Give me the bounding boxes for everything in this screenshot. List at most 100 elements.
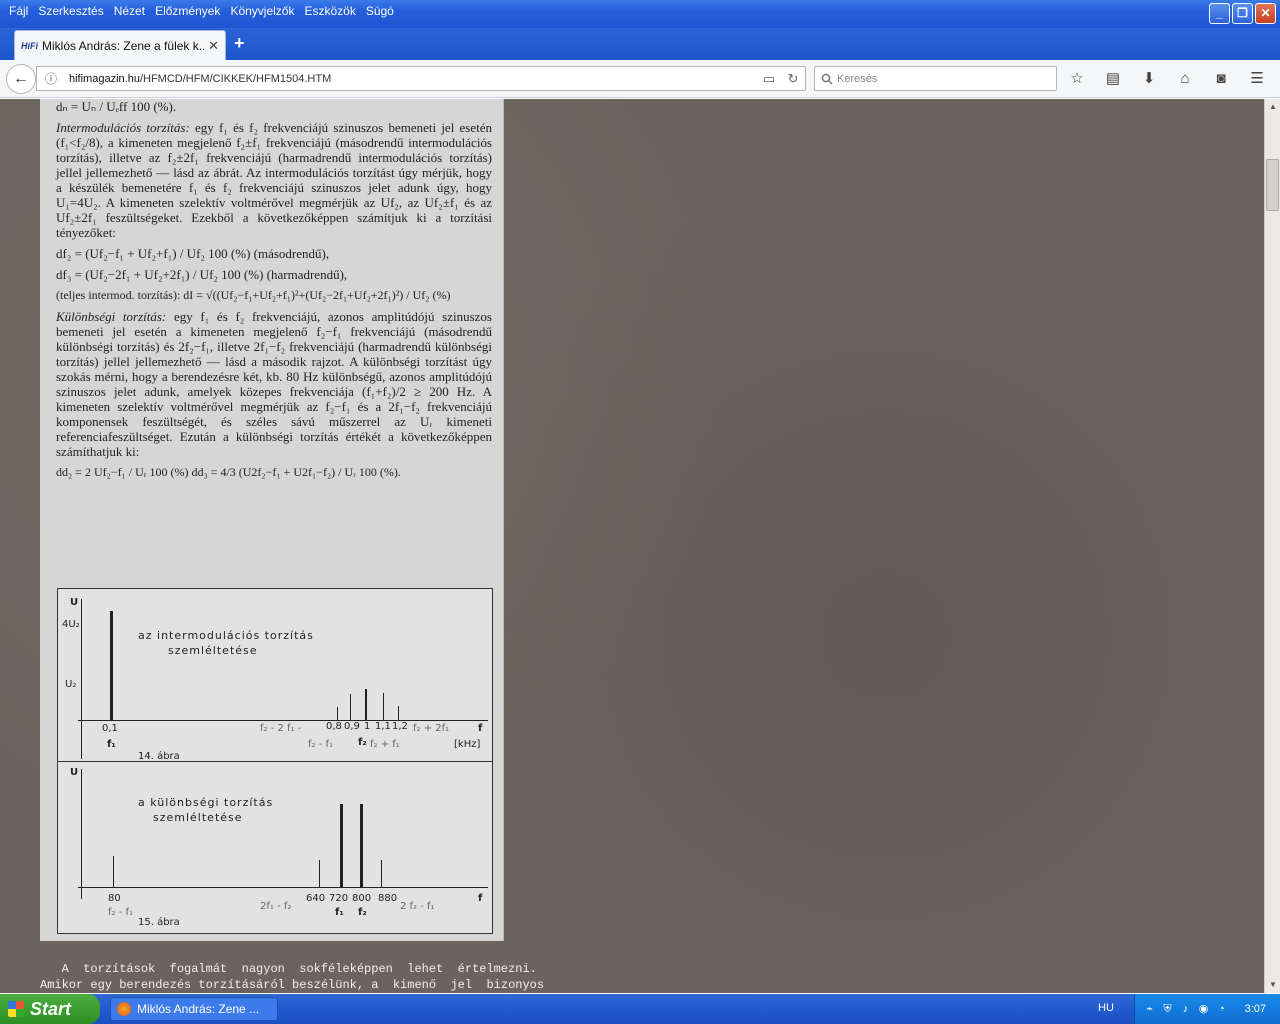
menu-edit[interactable]: Szerkesztés — [33, 3, 108, 19]
term-difference: Különbségi torzítás: — [56, 309, 167, 324]
fig14-tick-f2pf1: f₂ + f₁ — [370, 739, 400, 750]
fig14-tick-08: 0,8 — [326, 721, 342, 732]
fig14-tick-4u2: 4U₂ — [62, 619, 80, 630]
downloads-icon[interactable]: ⬇ — [1138, 68, 1160, 90]
tab-close-icon[interactable]: ✕ — [208, 38, 219, 54]
fig14-tick-f2m2f1: f₂ - 2 f₁ - — [260, 723, 302, 734]
taskbar-item-label: Miklós András: Zene ... — [137, 1002, 260, 1016]
site-favicon-icon: HiFi — [21, 40, 38, 51]
figure-divider — [58, 761, 492, 762]
fig15-tick-f2: f₂ — [358, 907, 367, 918]
restore-button[interactable]: ❐ — [1232, 3, 1253, 24]
scroll-up-icon[interactable]: ▲ — [1265, 99, 1280, 115]
fig15-bar-880 — [381, 860, 382, 887]
taskbar: Start Miklós András: Zene ... HU ⌁ ⛨ ♪ ◉… — [0, 994, 1280, 1024]
body-line-2: Amikor egy berendezés torzításáról beszé… — [40, 978, 545, 992]
page-content: dₙ = Uₙ / Uₑff 100 (%). Intermodulációs … — [0, 99, 1264, 993]
fig15-tick-2f2mf1: 2 f₂ - f₁ — [400, 901, 435, 912]
scroll-thumb[interactable] — [1266, 159, 1279, 211]
url-text[interactable]: hifimagazin.hu/HFMCD/HFM/CIKKEK/HFM1504.… — [69, 73, 757, 85]
taskbar-item-firefox[interactable]: Miklós András: Zene ... — [110, 997, 278, 1021]
fig14-x-axis — [78, 720, 488, 721]
fig14-tick-f2: f₂ — [358, 737, 367, 748]
fig15-y-label: U — [70, 767, 79, 778]
fig15-tick-f1: f₁ — [335, 907, 344, 918]
start-label: Start — [30, 998, 72, 1019]
formula-dd: dd₂ = 2 Uf₂−f₁ / Uᵣ 100 (%) dd₃ = 4/3 (U… — [56, 465, 401, 479]
fig14-x-label: f — [478, 723, 483, 734]
windows-logo-icon — [8, 1001, 24, 1017]
new-tab-button[interactable]: + — [234, 34, 245, 52]
fig15-title-2: szemléltetése — [153, 811, 243, 824]
menu-history[interactable]: Előzmények — [150, 3, 225, 19]
start-button[interactable]: Start — [0, 994, 100, 1024]
fig14-bar-11 — [383, 693, 384, 720]
reload-icon[interactable]: ↻ — [781, 71, 805, 87]
menu-help[interactable]: Súgó — [361, 3, 399, 19]
fig14-tick-f2p2f1: f₂ + 2f₁ — [413, 723, 450, 734]
back-button[interactable]: ← — [6, 64, 36, 94]
scroll-down-icon[interactable]: ▼ — [1265, 977, 1280, 993]
search-icon — [821, 73, 833, 85]
bookmarks-list-icon[interactable]: ▤ — [1102, 68, 1124, 90]
close-window-button[interactable]: ✕ — [1255, 3, 1276, 24]
vertical-scrollbar[interactable]: ▲ ▼ — [1264, 99, 1280, 993]
volume-icon[interactable]: ♪ — [1179, 1003, 1192, 1016]
home-icon[interactable]: ⌂ — [1174, 68, 1196, 90]
fig14-title-2: szemléltetése — [168, 644, 258, 657]
formula-d2: df₂ = (Uf₂−f₁ + Uf₂+f₁) / Uf₂ 100 (%) (m… — [56, 246, 330, 261]
fig15-tick-80: 80 — [108, 893, 121, 904]
paragraph-intermodulation-text: egy f₁ és f₂ frekvenciájú szinuszos beme… — [56, 120, 493, 240]
fig15-x-axis — [78, 887, 488, 888]
article-body-text: A torzítások fogalmát nagyon sokféleképp… — [40, 961, 545, 993]
site-info-icon[interactable]: ⓘ — [41, 70, 61, 87]
body-line-1: A torzítások fogalmát nagyon sokféleképp… — [40, 962, 537, 976]
menu-file[interactable]: Fájl — [4, 3, 33, 19]
security-shield-icon[interactable]: ⛨ — [1161, 1003, 1174, 1016]
clock: 3:07 — [1244, 1003, 1266, 1015]
menu-bar: Fájl Szerkesztés Nézet Előzmények Könyvj… — [0, 0, 1280, 28]
paragraph-difference: Különbségi torzítás: egy f₁ és f₂ frekve… — [56, 309, 492, 459]
fig15-bar-640 — [319, 860, 320, 887]
term-intermodulation: Intermodulációs torzítás: — [56, 120, 190, 135]
minimize-button[interactable]: _ — [1209, 3, 1230, 24]
fig14-tick-1: 1 — [364, 721, 371, 732]
fig14-bar-08 — [337, 707, 338, 720]
fig14-tick-u2: U₂ — [65, 679, 77, 690]
firefox-icon — [117, 1002, 131, 1016]
fig14-tick-09: 0,9 — [344, 721, 360, 732]
scan-text: dₙ = Uₙ / Uₑff 100 (%). Intermodulációs … — [56, 99, 492, 486]
fig14-tick-12: 1,2 — [392, 721, 408, 732]
fig14-title-1: az intermodulációs torzítás — [138, 629, 314, 642]
hamburger-menu-icon[interactable]: ☰ — [1246, 68, 1268, 90]
system-tray: ⌁ ⛨ ♪ ◉ ◔ 3:07 — [1134, 994, 1280, 1024]
paragraph-difference-text: egy f₁ és f₂ frekvenciájú, azonos amplit… — [56, 309, 492, 459]
search-input[interactable]: Keresés — [814, 66, 1057, 91]
fig14-bar-12 — [398, 706, 399, 720]
reader-view-icon[interactable]: ▭ — [757, 71, 781, 87]
fig15-tick-2f1mf2: 2f₁ - f₂ — [260, 901, 292, 912]
menu-tools[interactable]: Eszközök — [299, 3, 360, 19]
update-icon[interactable]: ◔ — [1215, 1003, 1228, 1016]
navigation-toolbar: ← ⓘ hifimagazin.hu/HFMCD/HFM/CIKKEK/HFM1… — [0, 60, 1280, 98]
fig15-x-label: f — [478, 893, 483, 904]
search-placeholder: Keresés — [837, 72, 878, 85]
url-bar[interactable]: ⓘ hifimagazin.hu/HFMCD/HFM/CIKKEK/HFM150… — [36, 66, 806, 91]
menu-bookmarks[interactable]: Könyvjelzők — [225, 3, 299, 19]
distortion-figures: U 4U₂ U₂ az intermodulációs torzítás sze… — [57, 588, 493, 934]
scanned-article-image: dₙ = Uₙ / Uₑff 100 (%). Intermodulációs … — [40, 99, 504, 941]
fig14-tick-11: 1,1 — [375, 721, 391, 732]
language-indicator[interactable]: HU — [1098, 1002, 1114, 1014]
tab-active[interactable]: HiFi Miklós András: Zene a fülek k... ✕ — [14, 30, 226, 60]
fig15-bar-720 — [340, 804, 343, 887]
fig15-tick-f2mf1: f₂ - f₁ — [108, 907, 134, 918]
antivirus-icon[interactable]: ◉ — [1197, 1003, 1210, 1016]
pocket-icon[interactable]: ◙ — [1210, 68, 1232, 90]
fig14-unit: [kHz] — [454, 739, 481, 750]
fig15-tick-720: 720 — [329, 893, 349, 904]
fig15-bar-80 — [113, 856, 114, 887]
bookmark-star-icon[interactable]: ☆ — [1066, 68, 1088, 90]
network-icon[interactable]: ⌁ — [1143, 1003, 1156, 1016]
menu-view[interactable]: Nézet — [109, 3, 150, 19]
fig15-tick-640: 640 — [306, 893, 326, 904]
